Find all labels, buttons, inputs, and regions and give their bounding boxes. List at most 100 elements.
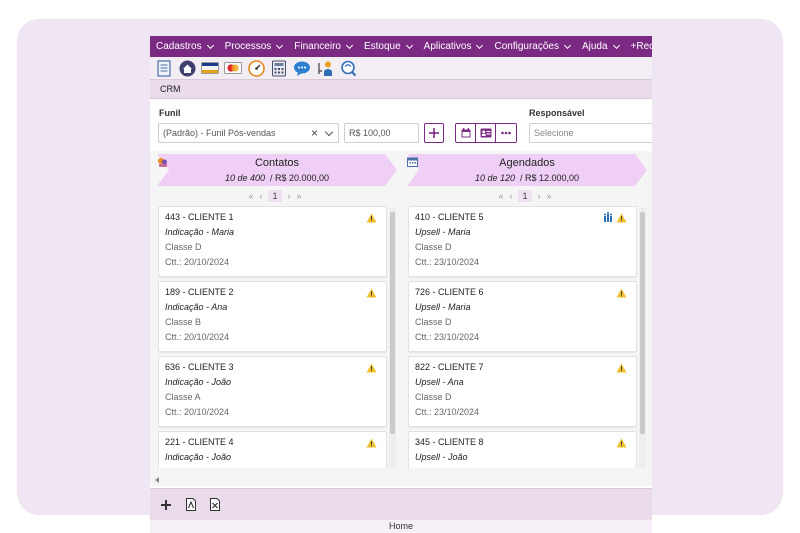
column-title-text: Agendados <box>499 157 555 169</box>
id-card-icon <box>480 128 491 138</box>
column-summary: 10 de 120 / R$ 12.000,00 <box>407 173 647 183</box>
card-title: 822 - CLIENTE 7 <box>415 362 484 372</box>
menu-label: +Recu <box>630 41 652 52</box>
menu-label: Aplicativos <box>423 41 472 52</box>
pdf-export-icon[interactable] <box>186 498 196 511</box>
vertical-scrollbar[interactable] <box>639 208 646 468</box>
next-page-button[interactable]: › <box>538 191 541 201</box>
responsavel-select[interactable]: Selecione <box>529 123 652 143</box>
menu-processos[interactable]: Processos <box>219 36 289 57</box>
contact-card-button[interactable] <box>476 124 496 142</box>
chevron-down-icon <box>612 41 620 49</box>
chevron-down-icon <box>324 127 334 137</box>
vertical-scrollbar[interactable] <box>389 208 396 468</box>
deal-card[interactable]: 189 - CLIENTE 2 Indicação - Ana Classe B… <box>158 281 387 352</box>
deal-card[interactable]: 345 - CLIENTE 8 Upsell - João <box>408 431 637 468</box>
card-class: Classe B <box>165 317 202 327</box>
warning-icon <box>616 213 627 223</box>
scrollbar-thumb[interactable] <box>640 212 645 434</box>
chevron-down-icon <box>345 41 354 49</box>
app-window: Cadastros Processos Financeiro Estoque A… <box>150 36 652 533</box>
column-count: 10 de 400 <box>224 173 265 183</box>
card-class: Classe A <box>165 392 201 402</box>
support-chat-icon[interactable] <box>339 59 357 77</box>
warning-icon <box>616 438 627 448</box>
card-contact-date: Ctt.: 23/10/2024 <box>415 332 480 342</box>
value-field-text: R$ 100,00 <box>349 128 391 138</box>
menu-label: Ajuda <box>581 41 608 52</box>
warning-icon <box>366 288 377 298</box>
first-page-button[interactable]: « <box>248 191 253 201</box>
prev-page-button[interactable]: ‹ <box>509 191 512 201</box>
funil-select[interactable]: (Padrão) - Funil Pós-vendas × <box>158 123 339 143</box>
first-page-button[interactable]: « <box>498 191 503 201</box>
dashboard-gauge-icon[interactable] <box>247 59 265 77</box>
excel-export-icon[interactable] <box>210 498 220 511</box>
warning-icon <box>616 363 627 373</box>
calculator-icon[interactable] <box>270 59 288 77</box>
kanban-board: Contatos 10 de 400 / R$ 20.000,00 « ‹ 1 … <box>150 151 652 486</box>
card-contact-date: Ctt.: 20/10/2024 <box>165 332 230 342</box>
menu-recursos[interactable]: +Recu <box>625 36 652 57</box>
column-title: Contatos <box>157 157 397 169</box>
last-page-button[interactable]: » <box>547 191 552 201</box>
card-class <box>165 467 380 468</box>
calendar-button[interactable] <box>456 124 476 142</box>
user-key-icon[interactable] <box>316 59 334 77</box>
status-bar-label: Home <box>388 521 413 531</box>
menu-label: Processos <box>224 41 272 52</box>
kanban-column-contatos: Contatos 10 de 400 / R$ 20.000,00 « ‹ 1 … <box>153 151 397 486</box>
card-source: Indicação - João <box>165 452 232 462</box>
visa-card-icon[interactable] <box>201 59 219 77</box>
horizontal-scrollbar[interactable] <box>154 477 644 483</box>
responsavel-placeholder: Selecione <box>534 128 574 138</box>
menu-label: Financeiro <box>294 41 341 52</box>
current-page[interactable]: 1 <box>268 190 282 202</box>
calendar-icon <box>407 157 418 167</box>
current-page[interactable]: 1 <box>518 190 532 202</box>
status-bar: Home <box>150 520 652 533</box>
card-source: Upsell - Maria <box>415 227 471 237</box>
column-total: / R$ 12.000,00 <box>520 173 580 183</box>
deal-card[interactable]: 726 - CLIENTE 6 Upsell - Maria Classe D … <box>408 281 637 352</box>
menu-cadastros[interactable]: Cadastros <box>150 36 219 57</box>
view-button-group <box>455 123 517 143</box>
deal-card[interactable]: 822 - CLIENTE 7 Upsell - Ana Classe D Ct… <box>408 356 637 427</box>
clear-icon[interactable]: × <box>311 124 318 142</box>
menu-financeiro[interactable]: Financeiro <box>288 36 358 57</box>
contacts-icon <box>158 158 167 167</box>
deal-card[interactable]: 636 - CLIENTE 3 Indicação - João Classe … <box>158 356 387 427</box>
next-page-button[interactable]: › <box>288 191 291 201</box>
chat-bubble-icon[interactable] <box>293 59 311 77</box>
card-class <box>415 467 630 468</box>
deal-card[interactable]: 443 - CLIENTE 1 Indicação - Maria Classe… <box>158 206 387 277</box>
card-contact-date: Ctt.: 20/10/2024 <box>165 257 230 267</box>
card-title: 636 - CLIENTE 3 <box>165 362 234 372</box>
deal-card[interactable]: 410 - CLIENTE 5 Upsell - Maria Classe D … <box>408 206 637 277</box>
card-class: Classe D <box>415 392 452 402</box>
value-field[interactable]: R$ 100,00 <box>344 123 419 143</box>
scrollbar-thumb[interactable] <box>390 212 395 434</box>
prev-page-button[interactable]: ‹ <box>259 191 262 201</box>
scroll-left-icon[interactable] <box>154 477 160 483</box>
ellipsis-icon <box>501 131 511 135</box>
card-class: Classe D <box>415 317 452 327</box>
card-title: 345 - CLIENTE 8 <box>415 437 484 447</box>
menu-estoque[interactable]: Estoque <box>358 36 418 57</box>
last-page-button[interactable]: » <box>297 191 302 201</box>
home-icon[interactable] <box>178 59 196 77</box>
menu-configuracoes[interactable]: Configurações <box>488 36 575 57</box>
mastercard-icon[interactable] <box>224 59 242 77</box>
menu-ajuda[interactable]: Ajuda <box>576 36 625 57</box>
deal-card[interactable]: 221 - CLIENTE 4 Indicação - João <box>158 431 387 468</box>
icon-toolbar <box>150 57 652 79</box>
document-icon[interactable] <box>155 59 173 77</box>
menu-aplicativos[interactable]: Aplicativos <box>418 36 489 57</box>
more-options-button[interactable] <box>496 124 516 142</box>
add-button[interactable] <box>424 123 444 143</box>
add-icon[interactable] <box>160 499 172 511</box>
funil-select-value: (Padrão) - Funil Pós-vendas <box>163 128 276 138</box>
breadcrumb-label: CRM <box>160 84 181 94</box>
chevron-down-icon <box>276 41 284 49</box>
card-list: 410 - CLIENTE 5 Upsell - Maria Classe D … <box>408 206 642 468</box>
